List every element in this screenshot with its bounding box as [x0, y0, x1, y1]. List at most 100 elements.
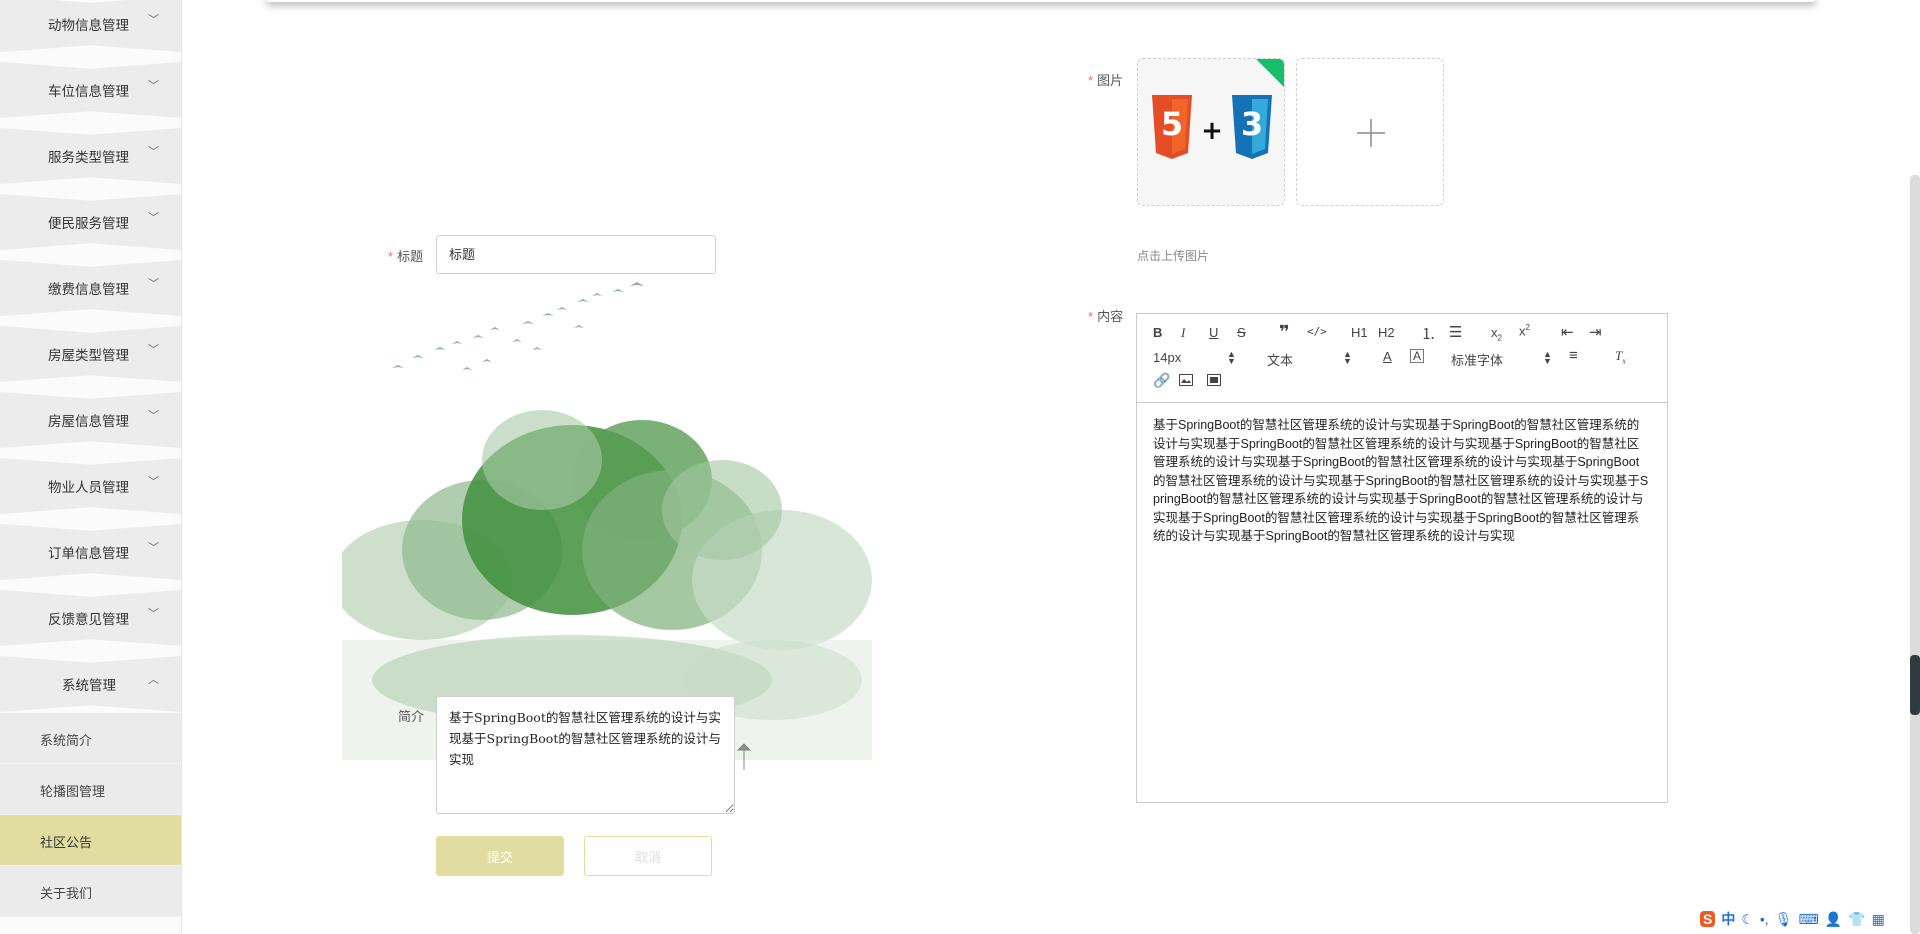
title-input[interactable]: 标题: [436, 235, 716, 274]
sidebar-item-house-info[interactable]: 房屋信息管理 ﹀: [0, 392, 181, 448]
sidebar-item-convenience[interactable]: 便民服务管理 ﹀: [0, 194, 181, 250]
svg-text:+: +: [1201, 116, 1223, 146]
superscript-icon[interactable]: x2: [1519, 323, 1530, 338]
subscript-icon[interactable]: x2: [1491, 325, 1502, 343]
shirt-icon[interactable]: 👕: [1848, 911, 1865, 928]
submit-button[interactable]: 提交: [436, 836, 564, 876]
font-family-value: 标准字体: [1451, 353, 1504, 368]
chevron-up-icon: ︿: [148, 674, 159, 686]
chevron-down-icon: ﹀: [148, 344, 159, 356]
select-arrows-icon: ▲ ▼: [1543, 349, 1552, 366]
bullet-list-icon[interactable]: ☰: [1449, 323, 1462, 341]
sidebar-item-label: 服务类型管理: [48, 150, 129, 165]
user-icon[interactable]: 👤: [1825, 911, 1842, 928]
underline-icon[interactable]: U: [1209, 325, 1218, 340]
top-bar: [266, 0, 1816, 2]
submenu-item-label: 系统简介: [40, 733, 93, 748]
ime-tray: S 中 ☾ •, 🎙 ⌨ 👤 👕 ▦: [1692, 904, 1920, 934]
title-label: * 标题: [388, 246, 423, 265]
align-left-icon[interactable]: ≡: [1569, 347, 1578, 364]
required-mark: *: [1088, 73, 1094, 88]
select-arrows-icon: ▲ ▼: [1343, 349, 1352, 366]
chevron-down-icon: ﹀: [148, 80, 159, 92]
moon-icon[interactable]: ☾: [1741, 911, 1754, 928]
sidebar-item-service-type[interactable]: 服务类型管理 ﹀: [0, 128, 181, 184]
sidebar-item-payment[interactable]: 缴费信息管理 ﹀: [0, 260, 181, 316]
image-icon[interactable]: [1179, 374, 1193, 386]
required-mark: *: [1088, 309, 1094, 324]
floating-side-tab[interactable]: [1910, 655, 1920, 715]
editor-toolbar: B I U S ❞ </> H1 H2 ⒈ ☰ x2 x2 ⇤ ⇥ 14px ▲…: [1137, 314, 1667, 403]
background-color-icon[interactable]: A: [1410, 349, 1425, 363]
heading1-button[interactable]: H1: [1351, 325, 1368, 340]
sidebar-item-label: 房屋信息管理: [48, 414, 129, 429]
submenu-item-announcement[interactable]: 社区公告: [0, 815, 181, 866]
content-label: * 内容: [1088, 306, 1123, 325]
font-size-value: 14px: [1153, 350, 1182, 365]
chevron-down-icon: ﹀: [148, 146, 159, 158]
sidebar: 动物信息管理 ﹀ 车位信息管理 ﹀ 服务类型管理 ﹀ 便民服务管理 ﹀ 缴费信息…: [0, 0, 182, 934]
blockquote-icon[interactable]: ❞: [1279, 322, 1290, 343]
submenu-item-label: 关于我们: [40, 886, 93, 901]
image-label-text: 图片: [1097, 73, 1124, 88]
sidebar-item-house-type[interactable]: 房屋类型管理 ﹀: [0, 326, 181, 382]
link-icon[interactable]: 🔗: [1153, 372, 1170, 389]
chevron-down-icon: ﹀: [148, 542, 159, 554]
chevron-down-icon: ﹀: [148, 410, 159, 422]
rich-text-editor: B I U S ❞ </> H1 H2 ⒈ ☰ x2 x2 ⇤ ⇥ 14px ▲…: [1136, 313, 1668, 803]
ordered-list-icon[interactable]: ⒈: [1421, 323, 1436, 344]
page-scrollbar[interactable]: [1910, 175, 1920, 934]
block-type-select[interactable]: 文本 ▲ ▼: [1267, 350, 1352, 369]
chevron-down-icon: ﹀: [148, 212, 159, 224]
code-block-icon[interactable]: </>: [1307, 325, 1327, 338]
sidebar-item-label: 反馈意见管理: [48, 612, 129, 627]
select-arrows-icon: ▲ ▼: [1227, 349, 1236, 366]
title-label-text: 标题: [397, 249, 424, 264]
clear-format-icon[interactable]: Tx: [1615, 348, 1626, 366]
heading2-button[interactable]: H2: [1378, 325, 1395, 340]
chevron-down-icon: ﹀: [148, 278, 159, 290]
sidebar-item-system[interactable]: 系统管理 ︿: [0, 656, 181, 712]
image-label: * 图片: [1088, 70, 1123, 89]
chevron-down-icon: ﹀: [148, 608, 159, 620]
svg-text:3: 3: [1241, 105, 1263, 143]
sidebar-item-parking[interactable]: 车位信息管理 ﹀: [0, 62, 181, 118]
plus-icon: [1357, 119, 1385, 147]
video-icon[interactable]: [1207, 374, 1221, 386]
cancel-button[interactable]: 取消: [584, 836, 712, 876]
submenu-item-about-us[interactable]: 关于我们: [0, 866, 181, 917]
summary-textarea[interactable]: 基于SpringBoot的智慧社区管理系统的设计与实现基于SpringBoot的…: [436, 696, 735, 814]
italic-icon[interactable]: I: [1181, 325, 1185, 341]
chevron-down-icon: ﹀: [148, 14, 159, 26]
indent-icon[interactable]: ⇥: [1589, 323, 1602, 341]
strikethrough-icon[interactable]: S: [1237, 325, 1246, 340]
grid-icon[interactable]: ▦: [1872, 911, 1885, 928]
sidebar-item-feedback[interactable]: 反馈意见管理 ﹀: [0, 590, 181, 646]
sidebar-item-property-staff[interactable]: 物业人员管理 ﹀: [0, 458, 181, 514]
editor-content[interactable]: 基于SpringBoot的智慧社区管理系统的设计与实现基于SpringBoot的…: [1153, 416, 1649, 546]
font-color-icon[interactable]: A: [1383, 349, 1392, 364]
submenu-item-label: 社区公告: [40, 835, 93, 850]
sidebar-item-label: 便民服务管理: [48, 216, 129, 231]
upload-add-button[interactable]: [1296, 58, 1444, 206]
uploaded-image-thumbnail[interactable]: 5 + 3: [1137, 58, 1285, 206]
keyboard-icon[interactable]: ⌨: [1798, 911, 1818, 928]
font-family-select[interactable]: 标准字体 ▲ ▼: [1451, 349, 1552, 369]
sidebar-item-label: 缴费信息管理: [48, 282, 129, 297]
punctuation-icon[interactable]: •,: [1760, 911, 1769, 927]
sidebar-item-orders[interactable]: 订单信息管理 ﹀: [0, 524, 181, 580]
font-size-select[interactable]: 14px ▲ ▼: [1153, 349, 1236, 366]
submenu-item-carousel[interactable]: 轮播图管理: [0, 764, 181, 815]
ime-mode-label[interactable]: 中: [1721, 909, 1735, 929]
submenu-item-system-intro[interactable]: 系统简介: [0, 713, 181, 764]
microphone-icon[interactable]: 🎙: [1775, 911, 1793, 928]
summary-label: 简介: [398, 709, 425, 724]
block-type-value: 文本: [1267, 353, 1294, 368]
sidebar-item-animal-info[interactable]: 动物信息管理 ﹀: [0, 0, 181, 52]
sogou-logo-icon[interactable]: S: [1700, 911, 1716, 927]
bold-icon[interactable]: B: [1153, 325, 1162, 340]
html5-css3-logo-icon: 5 + 3: [1138, 59, 1284, 205]
content-label-text: 内容: [1097, 309, 1124, 324]
outdent-icon[interactable]: ⇤: [1561, 323, 1574, 341]
sidebar-item-label: 系统管理: [62, 678, 116, 693]
